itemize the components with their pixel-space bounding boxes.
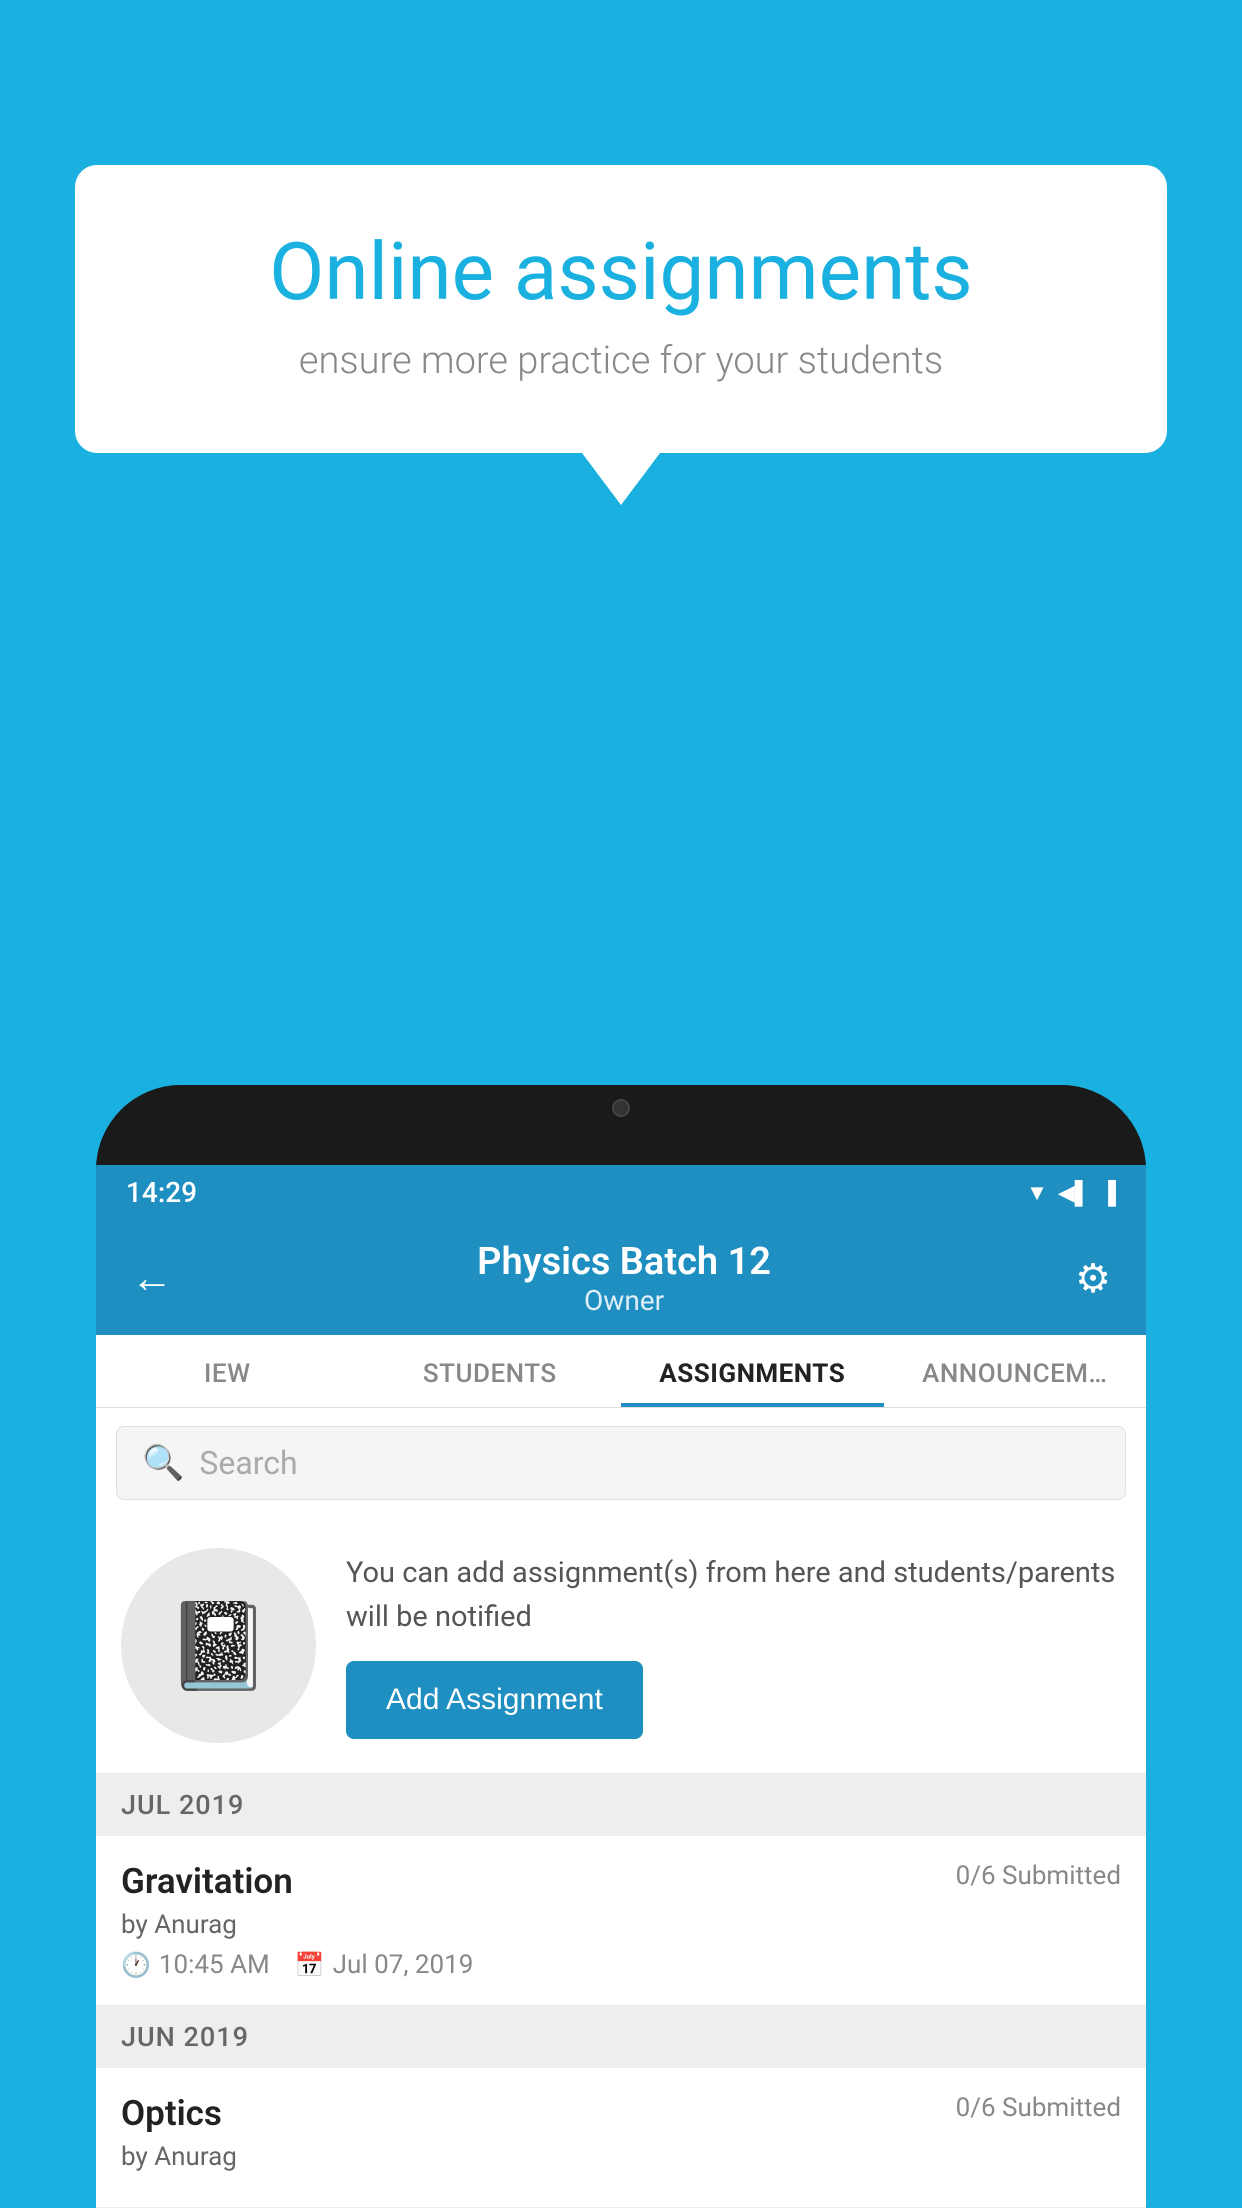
status-time: 14:29 bbox=[126, 1176, 197, 1209]
assignment-header: Gravitation 0/6 Submitted bbox=[121, 1861, 1121, 1902]
assignment-time-gravitation: 🕐 10:45 AM bbox=[121, 1950, 270, 1980]
assignment-author-optics: by Anurag bbox=[121, 2142, 1121, 2172]
battery-icon: ▐ bbox=[1100, 1180, 1116, 1206]
promo-icon-circle: 📓 bbox=[121, 1548, 316, 1743]
wifi-icon: ▼ bbox=[1026, 1180, 1048, 1206]
calendar-icon: 📅 bbox=[295, 1951, 325, 1979]
promo-block: 📓 You can add assignment(s) from here an… bbox=[96, 1518, 1146, 1774]
phone-screen: 14:29 ▼ ◀▌ ▐ ← Physics Batch 12 Owner ⚙ … bbox=[96, 1165, 1146, 2208]
tab-announcements[interactable]: ANNOUNCEM… bbox=[884, 1335, 1147, 1407]
promo-description: You can add assignment(s) from here and … bbox=[346, 1552, 1121, 1639]
month-label-jul: JUL 2019 bbox=[121, 1789, 244, 1821]
assignment-submitted-gravitation: 0/6 Submitted bbox=[956, 1861, 1121, 1891]
header-subtitle: Owner bbox=[477, 1284, 771, 1317]
assignment-date-gravitation: 📅 Jul 07, 2019 bbox=[295, 1950, 474, 1980]
search-bar[interactable]: 🔍 Search bbox=[116, 1426, 1126, 1500]
notebook-icon: 📓 bbox=[166, 1596, 272, 1696]
speech-bubble-container: Online assignments ensure more practice … bbox=[75, 165, 1167, 453]
search-placeholder: Search bbox=[199, 1444, 297, 1482]
search-icon: 🔍 bbox=[142, 1443, 184, 1483]
promo-text-block: You can add assignment(s) from here and … bbox=[346, 1552, 1121, 1739]
assignment-item-optics[interactable]: Optics 0/6 Submitted by Anurag bbox=[96, 2068, 1146, 2208]
app-header: ← Physics Batch 12 Owner ⚙ bbox=[96, 1220, 1146, 1335]
speech-bubble-title: Online assignments bbox=[145, 225, 1097, 319]
app-content: 🔍 Search 📓 You can add assignment(s) fro… bbox=[96, 1408, 1146, 2208]
back-button[interactable]: ← bbox=[131, 1254, 173, 1303]
month-section-jun: JUN 2019 bbox=[96, 2006, 1146, 2068]
tab-assignments[interactable]: ASSIGNMENTS bbox=[621, 1335, 884, 1407]
search-bar-wrapper: 🔍 Search bbox=[96, 1408, 1146, 1518]
assignment-submitted-optics: 0/6 Submitted bbox=[956, 2093, 1121, 2123]
assignment-time-text: 10:45 AM bbox=[159, 1950, 270, 1980]
header-title: Physics Batch 12 bbox=[477, 1240, 771, 1284]
status-icons: ▼ ◀▌ ▐ bbox=[1026, 1180, 1116, 1206]
tab-iew[interactable]: IEW bbox=[96, 1335, 359, 1407]
assignment-meta-gravitation: 🕐 10:45 AM 📅 Jul 07, 2019 bbox=[121, 1950, 1121, 1980]
month-label-jun: JUN 2019 bbox=[121, 2021, 249, 2053]
assignment-item-gravitation[interactable]: Gravitation 0/6 Submitted by Anurag 🕐 10… bbox=[96, 1836, 1146, 2006]
phone-notch bbox=[541, 1085, 701, 1130]
add-assignment-button[interactable]: Add Assignment bbox=[346, 1661, 643, 1739]
header-title-block: Physics Batch 12 Owner bbox=[477, 1240, 771, 1317]
speech-bubble: Online assignments ensure more practice … bbox=[75, 165, 1167, 453]
phone-frame: 14:29 ▼ ◀▌ ▐ ← Physics Batch 12 Owner ⚙ … bbox=[96, 1085, 1146, 2208]
front-camera bbox=[612, 1099, 630, 1117]
phone-top-bar bbox=[96, 1085, 1146, 1165]
assignment-title-gravitation: Gravitation bbox=[121, 1861, 293, 1902]
assignment-header-optics: Optics 0/6 Submitted bbox=[121, 2093, 1121, 2134]
month-section-jul: JUL 2019 bbox=[96, 1774, 1146, 1836]
status-bar: 14:29 ▼ ◀▌ ▐ bbox=[96, 1165, 1146, 1220]
speech-bubble-subtitle: ensure more practice for your students bbox=[145, 339, 1097, 383]
tabs-bar: IEW STUDENTS ASSIGNMENTS ANNOUNCEM… bbox=[96, 1335, 1146, 1408]
assignment-title-optics: Optics bbox=[121, 2093, 222, 2134]
settings-icon[interactable]: ⚙ bbox=[1075, 1255, 1111, 1302]
tab-students[interactable]: STUDENTS bbox=[359, 1335, 622, 1407]
assignment-author-gravitation: by Anurag bbox=[121, 1910, 1121, 1940]
signal-icon: ◀▌ bbox=[1058, 1180, 1091, 1206]
assignment-date-text: Jul 07, 2019 bbox=[333, 1950, 474, 1980]
clock-icon: 🕐 bbox=[121, 1951, 151, 1979]
